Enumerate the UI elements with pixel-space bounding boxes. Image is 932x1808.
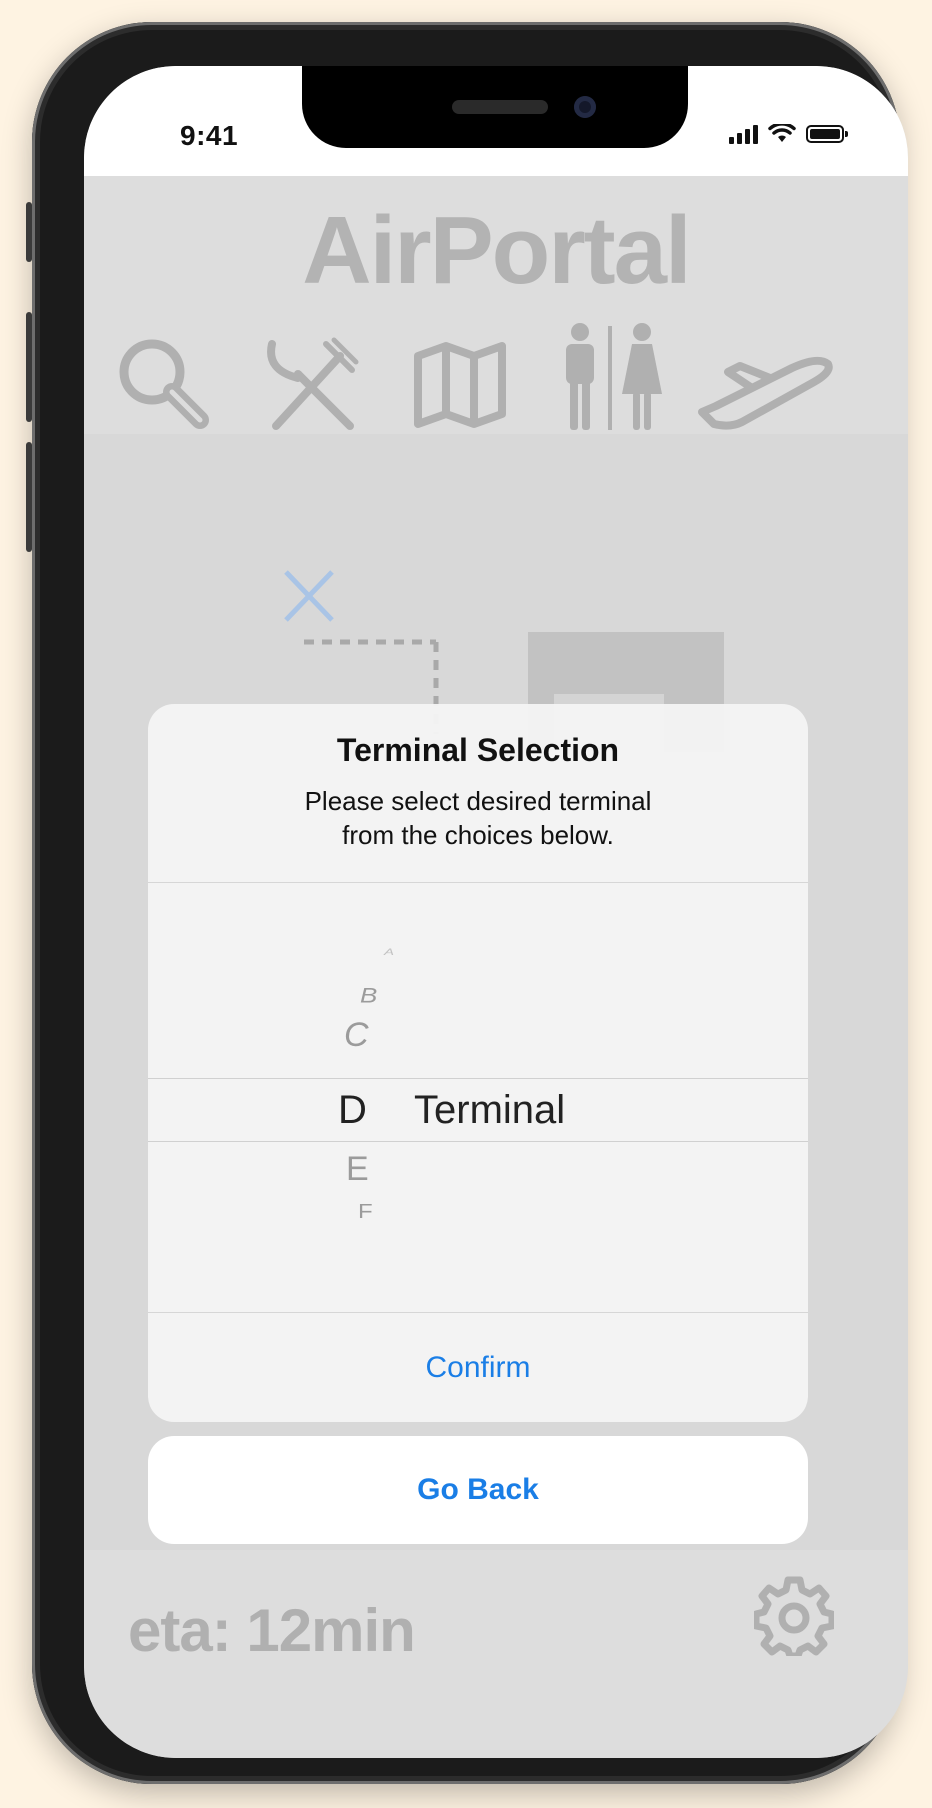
- picker-item[interactable]: E: [346, 1150, 369, 1189]
- cellular-signal-icon: [729, 124, 758, 144]
- divider: [148, 1312, 808, 1313]
- picker-item[interactable]: C: [344, 1016, 369, 1055]
- status-icons: [729, 124, 848, 144]
- volume-up-button: [26, 312, 32, 422]
- gear-icon[interactable]: [754, 1576, 834, 1656]
- picker-selected-item[interactable]: D: [338, 1088, 367, 1133]
- speaker: [452, 100, 548, 114]
- picker-item[interactable]: A: [384, 947, 394, 957]
- dialog-message: Please select desired terminal from the …: [208, 784, 748, 852]
- notch: [302, 66, 688, 148]
- status-time: 9:41: [180, 120, 239, 151]
- status-bar: 9:41: [84, 66, 908, 176]
- map-icon[interactable]: [410, 334, 510, 434]
- app-header: AirPortal: [84, 176, 908, 434]
- picker-item[interactable]: F: [358, 1200, 373, 1224]
- app-logo: AirPortal: [302, 197, 691, 304]
- close-icon[interactable]: [280, 566, 340, 626]
- dialog-message-line-1: Please select desired terminal: [304, 786, 652, 816]
- battery-icon: [806, 125, 848, 143]
- restroom-icon[interactable]: [558, 322, 668, 434]
- silent-switch: [26, 202, 32, 262]
- camera: [574, 96, 596, 118]
- restaurant-icon[interactable]: [262, 334, 362, 434]
- terminal-picker[interactable]: A B C D Terminal E F: [148, 882, 808, 1312]
- screen: 9:41 AirPortal eta: 12min Terminal Selec…: [84, 66, 908, 1758]
- dialog-title: Terminal Selection: [336, 732, 620, 768]
- search-icon[interactable]: [114, 334, 214, 434]
- picker-suffix-label: Terminal: [414, 1088, 566, 1132]
- dialog-message-line-2: from the choices below.: [342, 820, 614, 850]
- phone-frame: 9:41 AirPortal eta: 12min Terminal Selec…: [26, 22, 908, 1784]
- terminal-selection-dialog: Terminal Selection Please select desired…: [148, 704, 808, 1422]
- picker-item[interactable]: B: [360, 983, 377, 1008]
- go-back-button[interactable]: Go Back: [148, 1436, 808, 1544]
- confirm-button[interactable]: Confirm: [148, 1314, 808, 1422]
- bottom-bar: eta: 12min: [84, 1550, 908, 1758]
- volume-down-button: [26, 442, 32, 552]
- flight-icon[interactable]: [696, 336, 836, 432]
- eta-label: eta: 12min: [128, 1597, 416, 1664]
- wifi-icon: [768, 124, 796, 142]
